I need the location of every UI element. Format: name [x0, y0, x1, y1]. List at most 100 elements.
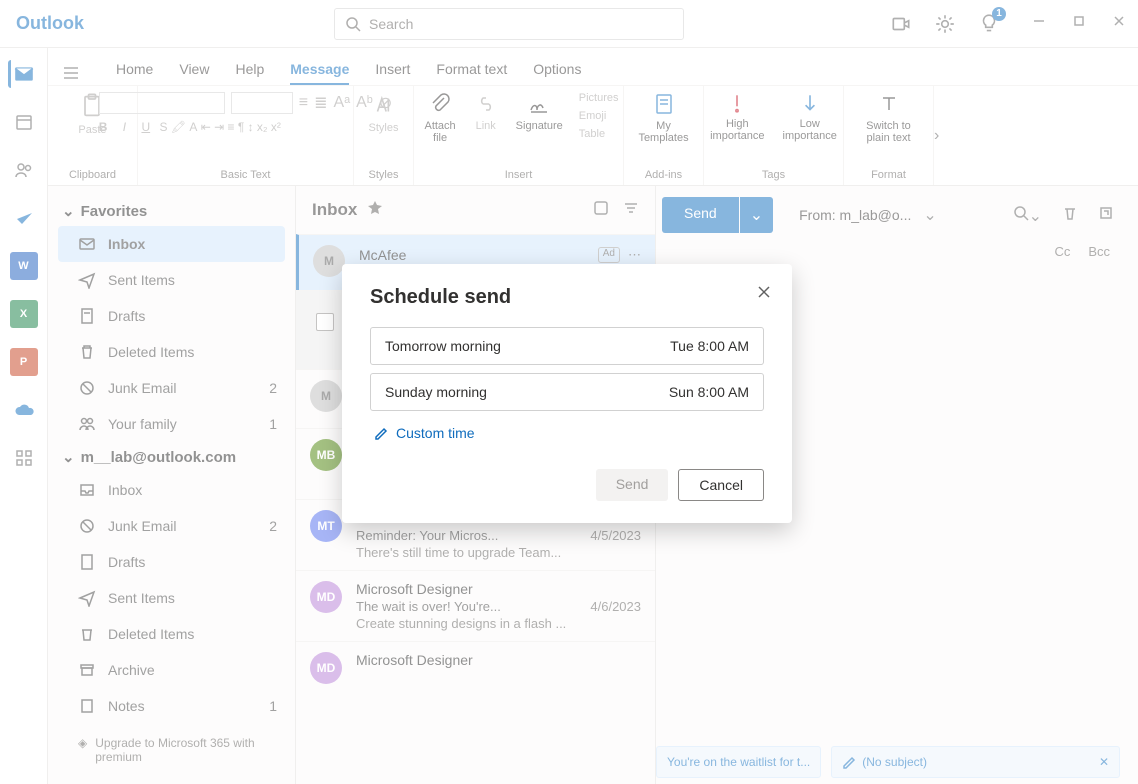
calendar-app-icon[interactable] [10, 108, 38, 136]
from-field[interactable]: From: m_lab@o... [799, 207, 911, 223]
my-templates-button[interactable]: My Templates [632, 92, 694, 144]
low-importance-button[interactable]: Low importance [777, 92, 843, 142]
message-item[interactable]: MD Microsoft Designer The wait is over! … [296, 570, 655, 641]
word-app-icon[interactable]: W [10, 252, 38, 280]
tab-format-text[interactable]: Format text [436, 61, 507, 85]
link-button[interactable]: Link [468, 92, 504, 132]
title-bar: Outlook Search 1 [0, 0, 1138, 48]
meet-now-icon[interactable] [890, 13, 912, 35]
pictures-button[interactable]: Pictures [579, 92, 619, 104]
minimize-button[interactable] [1032, 14, 1046, 33]
folder-inbox[interactable]: Inbox [58, 226, 285, 262]
size-select[interactable] [231, 92, 293, 114]
list-header: Inbox [296, 186, 655, 234]
tips-icon[interactable]: 1 [978, 13, 1000, 35]
notif-badge: 1 [992, 7, 1006, 21]
chip-close-icon[interactable]: ✕ [1099, 755, 1109, 769]
custom-time-link[interactable]: Custom time [370, 419, 764, 447]
ribbon-more-icon[interactable]: › [934, 86, 958, 185]
folder-drafts-2[interactable]: Drafts [48, 544, 295, 580]
bottom-bar: You're on the waitlist for t... (No subj… [656, 746, 1120, 778]
folder-notes[interactable]: Notes1 [48, 688, 295, 724]
dialog-send-button[interactable]: Send [596, 469, 669, 501]
favorites-header[interactable]: ⌄Favorites [48, 196, 295, 226]
folder-junk[interactable]: Junk Email2 [48, 370, 295, 406]
schedule-send-dialog: Schedule send Tomorrow morningTue 8:00 A… [342, 264, 792, 523]
ad-tag: Ad [598, 247, 620, 263]
ribbon: Paste Clipboard ≡≣AᵃAᵇ⊘ B I U S 🖍 A ⇤ ⇥ … [48, 86, 1138, 186]
close-button[interactable] [1112, 14, 1126, 33]
plain-text-button[interactable]: Switch to plain text [854, 92, 923, 144]
tab-view[interactable]: View [179, 61, 209, 85]
dialog-cancel-button[interactable]: Cancel [678, 469, 764, 501]
tab-help[interactable]: Help [235, 61, 264, 85]
folder-deleted-2[interactable]: Deleted Items [48, 616, 295, 652]
account-header[interactable]: ⌄m__lab@outlook.com [48, 442, 295, 472]
todo-app-icon[interactable] [10, 204, 38, 232]
select-icon[interactable] [593, 200, 609, 221]
mail-app-icon[interactable] [8, 60, 36, 88]
maximize-button[interactable] [1072, 14, 1086, 33]
star-icon[interactable] [367, 200, 383, 221]
hamburger-icon[interactable] [62, 64, 80, 85]
list-title: Inbox [312, 200, 357, 220]
discard-icon[interactable] [1062, 205, 1078, 226]
group-insert: Insert [505, 169, 533, 185]
waitlist-chip[interactable]: You're on the waitlist for t... [656, 746, 821, 778]
group-clipboard: Clipboard [69, 169, 116, 185]
table-button[interactable]: Table [579, 128, 619, 140]
cc-button[interactable]: Cc [1054, 244, 1070, 259]
more-icon[interactable]: ⋯ [628, 247, 641, 263]
search-input[interactable]: Search [334, 8, 684, 40]
font-select[interactable] [99, 92, 225, 114]
folder-sent[interactable]: Sent Items [48, 262, 295, 298]
onedrive-app-icon[interactable] [10, 396, 38, 424]
more-apps-icon[interactable] [10, 444, 38, 472]
folder-sent-2[interactable]: Sent Items [48, 580, 295, 616]
attach-file-button[interactable]: Attach file [418, 92, 461, 144]
powerpoint-app-icon[interactable]: P [10, 348, 38, 376]
tab-insert[interactable]: Insert [375, 61, 410, 85]
popout-icon[interactable] [1098, 205, 1114, 226]
send-options-chevron[interactable]: ⌄ [740, 197, 773, 233]
high-importance-button[interactable]: High importance [704, 92, 770, 142]
dialog-title: Schedule send [370, 286, 764, 309]
search-placeholder: Search [369, 16, 413, 32]
schedule-option-sunday[interactable]: Sunday morningSun 8:00 AM [370, 373, 764, 411]
folder-deleted[interactable]: Deleted Items [48, 334, 295, 370]
people-app-icon[interactable] [10, 156, 38, 184]
tab-home[interactable]: Home [116, 61, 153, 85]
folder-pane: ⌄Favorites Inbox Sent Items Drafts Delet… [48, 186, 296, 784]
group-styles: Styles [369, 169, 399, 185]
zoom-icon[interactable]: ⌄ [1013, 205, 1042, 226]
bcc-button[interactable]: Bcc [1088, 244, 1110, 259]
folder-inbox-2[interactable]: Inbox [48, 472, 295, 508]
group-addins: Add-ins [645, 169, 682, 185]
no-subject-chip[interactable]: (No subject) ✕ [831, 746, 1120, 778]
tab-options[interactable]: Options [533, 61, 581, 85]
group-tags: Tags [762, 169, 785, 185]
menu-tabs: Home View Help Message Insert Format tex… [48, 48, 1138, 86]
styles-button[interactable]: Styles [363, 92, 405, 134]
filter-icon[interactable] [623, 200, 639, 221]
group-format: Format [871, 169, 906, 185]
dialog-close-icon[interactable] [756, 284, 772, 305]
folder-junk-2[interactable]: Junk Email2 [48, 508, 295, 544]
folder-family[interactable]: Your family1 [48, 406, 295, 442]
folder-drafts[interactable]: Drafts [48, 298, 295, 334]
excel-app-icon[interactable]: X [10, 300, 38, 328]
search-icon [345, 16, 361, 32]
draft-checkbox[interactable] [316, 313, 334, 331]
settings-icon[interactable] [934, 13, 956, 35]
emoji-button[interactable]: Emoji [579, 110, 619, 122]
tab-message[interactable]: Message [290, 61, 349, 85]
app-logo: Outlook [16, 13, 84, 34]
schedule-option-tomorrow[interactable]: Tomorrow morningTue 8:00 AM [370, 327, 764, 365]
send-button[interactable]: Send⌄ [662, 197, 773, 233]
group-basic-text: Basic Text [221, 169, 271, 185]
message-item[interactable]: MD Microsoft Designer [296, 641, 655, 678]
folder-archive[interactable]: Archive [48, 652, 295, 688]
upgrade-link[interactable]: ◈Upgrade to Microsoft 365 with premium [48, 730, 295, 770]
app-rail: W X P [0, 48, 48, 784]
signature-button[interactable]: Signature [510, 92, 569, 132]
